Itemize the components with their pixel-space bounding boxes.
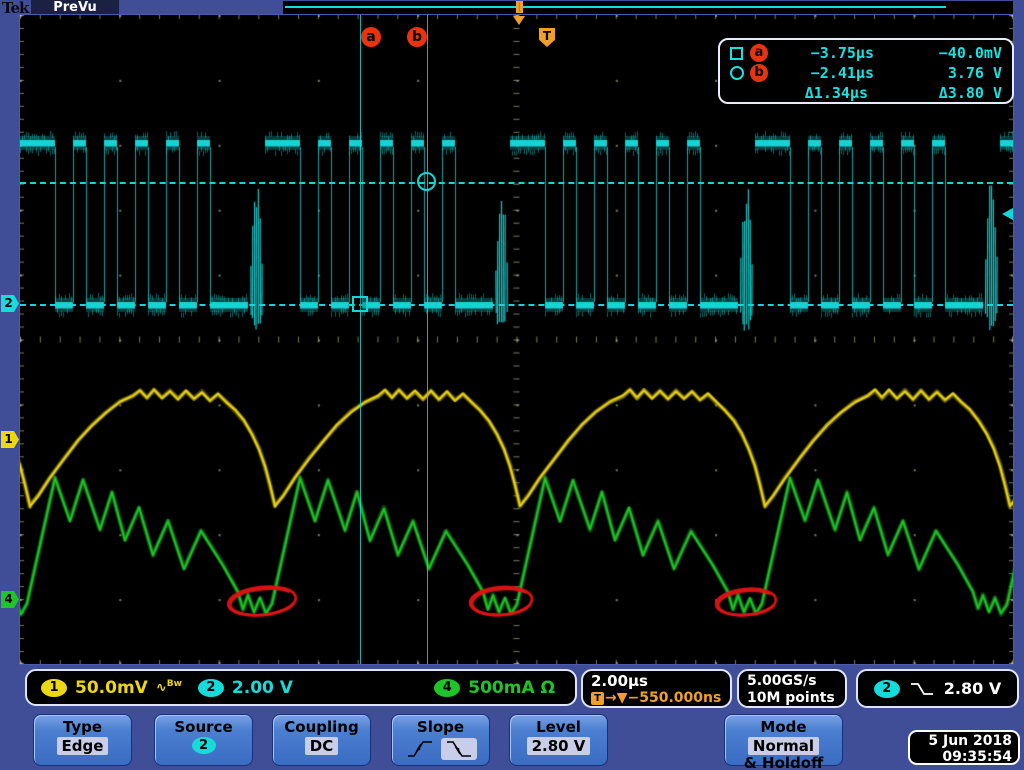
acquisition-readout: 5.00GS/s 10M points bbox=[737, 669, 847, 708]
ch2-badge: 2 bbox=[197, 678, 224, 697]
menu-level-title: Level bbox=[536, 718, 581, 736]
rising-slope-icon bbox=[407, 741, 432, 757]
time-label: 09:35:54 bbox=[942, 749, 1012, 765]
trigger-source-badge: 2 bbox=[873, 679, 900, 698]
menu-coupling-value: DC bbox=[304, 737, 339, 755]
acquisition-status: PreVu bbox=[31, 0, 119, 15]
cursor-b-row: b −2.41µs 3.76 V bbox=[730, 63, 1002, 83]
cursor-a-vline[interactable] bbox=[360, 15, 361, 664]
menu-level-button[interactable]: Level 2.80 V bbox=[509, 714, 608, 766]
trigger-level-value: 2.80 V bbox=[943, 679, 1002, 698]
cursor-a-time: −3.75µs bbox=[810, 44, 874, 62]
trigger-level-arrow-icon bbox=[1002, 208, 1013, 220]
cursor-a-hline bbox=[20, 304, 1013, 306]
ch2-reference-marker: 2 bbox=[1, 295, 19, 312]
menu-mode-title: Mode bbox=[760, 718, 807, 736]
menu-source-value: 2 bbox=[191, 737, 216, 754]
falling-slope-icon bbox=[910, 682, 933, 695]
cursor-delta-row: Δ1.34µs Δ3.80 V bbox=[730, 83, 1002, 103]
waveform-canvas bbox=[20, 15, 1013, 664]
menu-source-title: Source bbox=[174, 718, 233, 736]
cursor-b-value: 3.76 V bbox=[947, 64, 1002, 82]
date-label: 5 Jun 2018 bbox=[928, 733, 1012, 749]
ch1-badge: 1 bbox=[41, 678, 67, 697]
ch2-scale: 2.00 V bbox=[231, 677, 293, 698]
cursor-b-badge-small: b bbox=[750, 64, 768, 82]
cursor-a-value: −40.0mV bbox=[938, 44, 1002, 62]
delay-arrows-icon: →▼ bbox=[605, 690, 628, 706]
ch1-coupling-bw-icon: ∿Bw bbox=[155, 679, 182, 696]
square-icon bbox=[730, 46, 750, 60]
ch1-scale: 50.0mV bbox=[75, 677, 148, 698]
circle-icon bbox=[730, 66, 750, 80]
graticule-area: a b T a −3.75µs −40.0mV b −2.41µs 3.76 V… bbox=[20, 15, 1014, 664]
cursor-b-time: −2.41µs bbox=[810, 64, 874, 82]
cursor-b-marker bbox=[417, 172, 436, 191]
menu-mode-value: Normal bbox=[747, 737, 820, 755]
menu-type-button[interactable]: Type Edge bbox=[33, 714, 132, 766]
trigger-readout: 2 2.80 V bbox=[856, 669, 1019, 708]
sample-rate: 5.00GS/s bbox=[747, 673, 817, 689]
cursor-b-badge: b bbox=[407, 27, 427, 47]
cursor-delta-value: Δ3.80 V bbox=[938, 84, 1002, 102]
cursor-a-badge-small: a bbox=[750, 44, 768, 62]
cursor-a-row: a −3.75µs −40.0mV bbox=[730, 43, 1002, 63]
delay-value: −550.000ns bbox=[627, 690, 722, 706]
menu-mode-button[interactable]: Mode Normal & Holdoff bbox=[724, 714, 843, 770]
menu-type-value: Edge bbox=[56, 737, 109, 755]
falling-slope-icon bbox=[446, 741, 471, 757]
menu-coupling-button[interactable]: Coupling DC bbox=[272, 714, 371, 766]
menu-source-button[interactable]: Source 2 bbox=[154, 714, 253, 766]
header-bar: Tek PreVu bbox=[0, 0, 1024, 17]
cursor-delta-time: Δ1.34µs bbox=[804, 84, 868, 102]
record-view-line bbox=[285, 6, 946, 8]
cursor-readout-box: a −3.75µs −40.0mV b −2.41µs 3.76 V Δ1.34… bbox=[718, 38, 1014, 104]
cursor-b-vline[interactable] bbox=[427, 15, 428, 664]
record-view-bar bbox=[283, 1, 1013, 14]
cursor-b-hline bbox=[20, 182, 1013, 184]
record-trigger-position-icon bbox=[516, 1, 523, 13]
menu-slope-button[interactable]: Slope bbox=[391, 714, 490, 766]
trigger-position-arrow-icon bbox=[513, 16, 525, 25]
oscilloscope-screen: Tek PreVu a b T a −3.75µs −40.0mV b −2.4… bbox=[0, 0, 1024, 770]
record-length: 10M points bbox=[747, 690, 835, 706]
cursor-a-badge: a bbox=[361, 27, 381, 47]
ch4-scale: 500mA Ω bbox=[468, 677, 555, 698]
trigger-t-icon: T bbox=[591, 691, 604, 705]
cursor-a-marker bbox=[352, 296, 368, 312]
menu-type-title: Type bbox=[62, 718, 103, 736]
channel-scale-readout: 1 50.0mV ∿Bw 2 2.00 V 4 500mA Ω bbox=[25, 669, 577, 706]
menu-coupling-title: Coupling bbox=[284, 718, 359, 736]
ch1-reference-marker: 1 bbox=[1, 431, 19, 448]
timebase-scale: 2.00µs bbox=[591, 672, 648, 690]
menu-level-value: 2.80 V bbox=[526, 737, 591, 755]
ch4-reference-marker: 4 bbox=[1, 591, 19, 608]
ch4-badge: 4 bbox=[434, 678, 461, 697]
menu-slope-title: Slope bbox=[416, 718, 465, 736]
datetime-box: 5 Jun 2018 09:35:54 bbox=[908, 730, 1020, 765]
trigger-delay: T →▼ −550.000ns bbox=[591, 690, 730, 706]
horizontal-readout: 2.00µs T →▼ −550.000ns bbox=[581, 669, 732, 708]
menu-mode-value2: & Holdoff bbox=[743, 754, 824, 770]
falling-slope-selected[interactable] bbox=[440, 738, 477, 760]
